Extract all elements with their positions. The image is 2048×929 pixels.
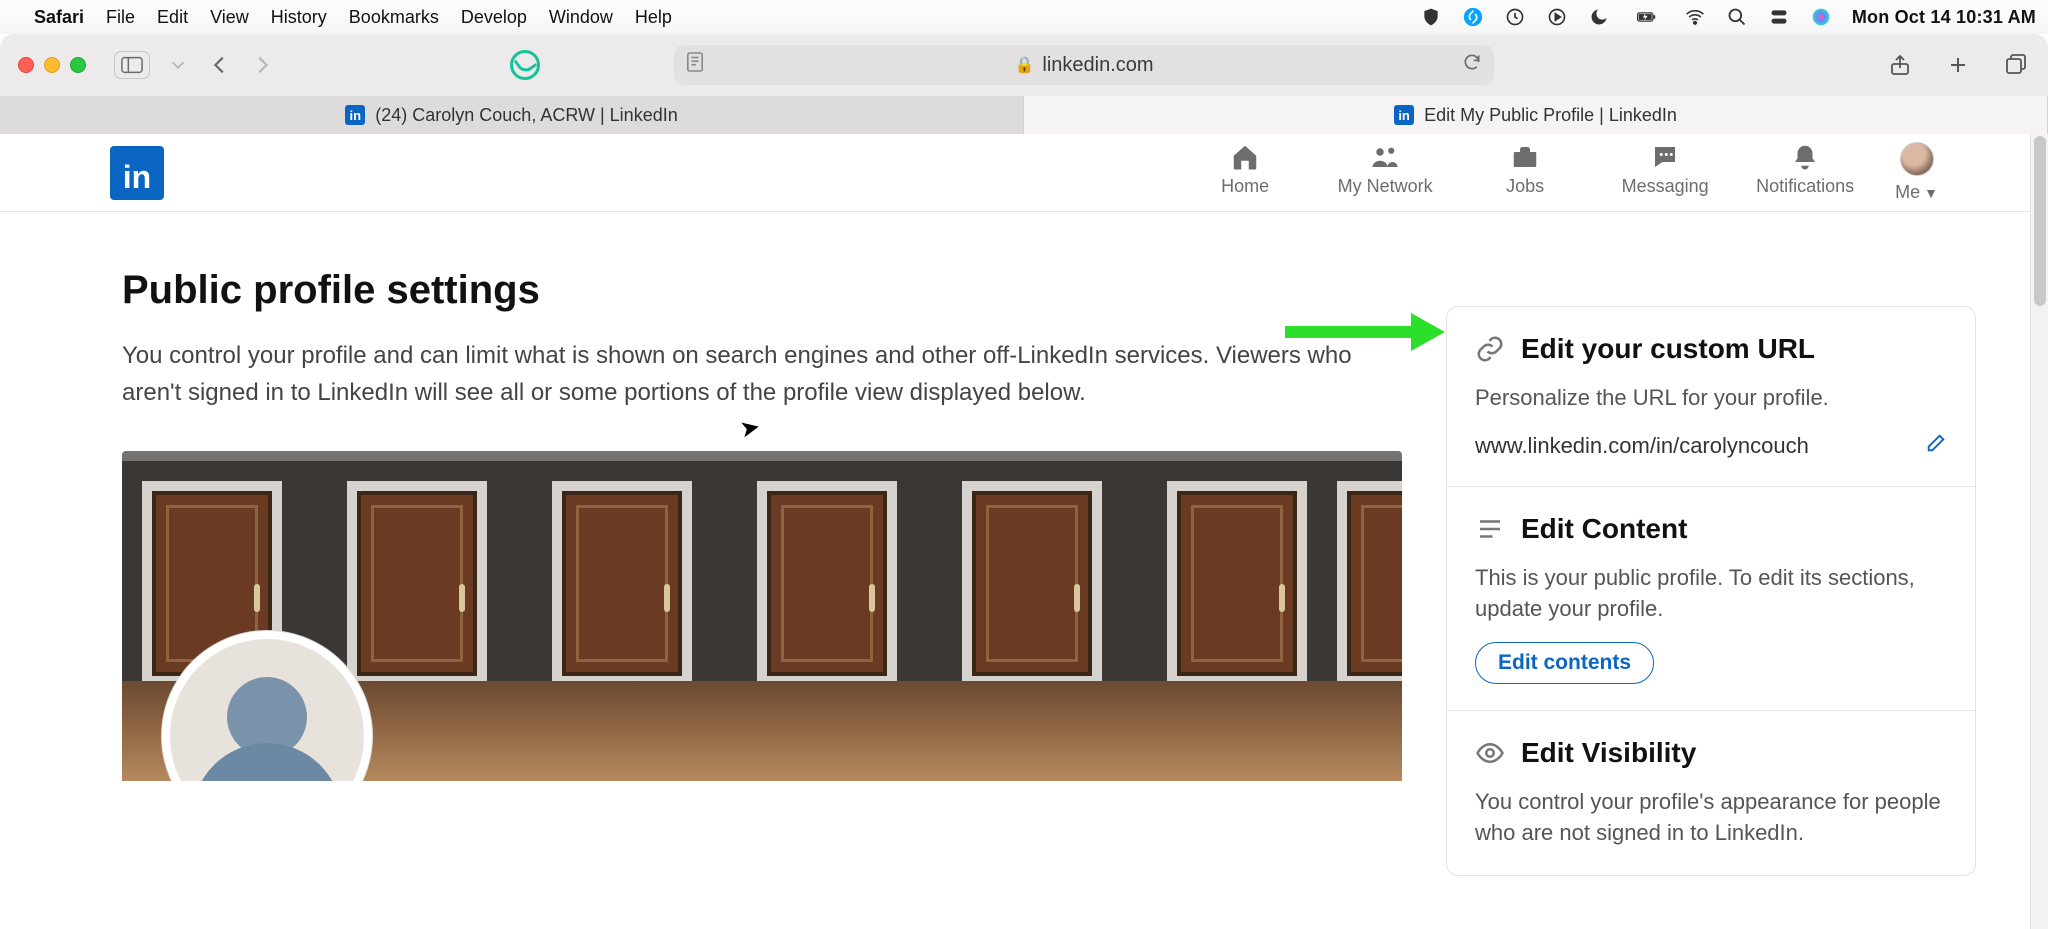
edit-visibility-card: Edit Visibility You control your profile… xyxy=(1447,710,1975,875)
nav-jobs[interactable]: Jobs xyxy=(1475,142,1575,197)
linkedin-favicon-icon: in xyxy=(345,105,365,125)
share-button[interactable] xyxy=(1886,51,1914,79)
shazam-menu-icon[interactable] xyxy=(1462,6,1484,28)
menubar-clock[interactable]: Mon Oct 14 10:31 AM xyxy=(1852,7,2036,28)
tab-title: (24) Carolyn Couch, ACRW | LinkedIn xyxy=(375,105,677,126)
browser-tab-1[interactable]: in Edit My Public Profile | LinkedIn xyxy=(1024,96,2048,134)
link-icon xyxy=(1475,334,1505,364)
scrollbar-thumb[interactable] xyxy=(2034,136,2046,306)
settings-rail: Edit your custom URL Personalize the URL… xyxy=(1446,306,1976,876)
nav-notifications[interactable]: Notifications xyxy=(1755,142,1855,197)
list-icon xyxy=(1475,514,1505,544)
edit-url-title: Edit your custom URL xyxy=(1521,333,1815,365)
tab-strip: in (24) Carolyn Couch, ACRW | LinkedIn i… xyxy=(0,96,2048,134)
window-traffic-lights xyxy=(18,57,86,73)
eye-icon xyxy=(1475,738,1505,768)
chevron-down-icon: ▼ xyxy=(1924,185,1938,201)
reader-mode-icon[interactable] xyxy=(686,51,704,79)
edit-url-pencil-button[interactable] xyxy=(1925,432,1947,460)
nav-messaging[interactable]: Messaging xyxy=(1615,142,1715,197)
nav-me-label: Me xyxy=(1895,182,1920,203)
shield-menu-icon[interactable] xyxy=(1420,6,1442,28)
browser-tab-0[interactable]: in (24) Carolyn Couch, ACRW | LinkedIn xyxy=(0,96,1024,134)
edit-content-card: Edit Content This is your public profile… xyxy=(1447,486,1975,711)
wifi-menu-icon[interactable] xyxy=(1684,6,1706,28)
nav-home-label: Home xyxy=(1221,176,1269,197)
window-zoom-button[interactable] xyxy=(70,57,86,73)
nav-me[interactable]: Me ▼ xyxy=(1895,142,1938,203)
tab-overview-button[interactable] xyxy=(2002,51,2030,79)
edit-visibility-title: Edit Visibility xyxy=(1521,737,1696,769)
play-menu-icon[interactable] xyxy=(1546,6,1568,28)
control-center-menu-icon[interactable] xyxy=(1768,6,1790,28)
page-description: You control your profile and can limit w… xyxy=(122,337,1352,411)
back-button[interactable] xyxy=(206,51,234,79)
siri-menu-icon[interactable] xyxy=(1810,6,1832,28)
reload-button[interactable] xyxy=(1462,52,1482,78)
webpage-viewport: in Home My Network Jobs Messaging Notifi… xyxy=(0,134,2048,929)
page-title: Public profile settings xyxy=(122,268,1402,313)
nav-network[interactable]: My Network xyxy=(1335,142,1435,197)
linkedin-favicon-icon: in xyxy=(1394,105,1414,125)
battery-menu-icon[interactable] xyxy=(1630,6,1664,28)
nav-messaging-label: Messaging xyxy=(1622,176,1709,197)
edit-url-card: Edit your custom URL Personalize the URL… xyxy=(1447,307,1975,486)
menu-edit[interactable]: Edit xyxy=(157,7,188,28)
tab-title: Edit My Public Profile | LinkedIn xyxy=(1424,105,1677,126)
spotlight-menu-icon[interactable] xyxy=(1726,6,1748,28)
safari-window-chrome: 🔒 linkedin.com in (24) Carolyn Couch, AC… xyxy=(0,34,2048,134)
menu-window[interactable]: Window xyxy=(549,7,613,28)
menu-file[interactable]: File xyxy=(106,7,135,28)
window-minimize-button[interactable] xyxy=(44,57,60,73)
nav-notifications-label: Notifications xyxy=(1756,176,1854,197)
profile-cover-image xyxy=(122,451,1402,781)
edit-url-desc: Personalize the URL for your profile. xyxy=(1475,383,1947,414)
tabgroup-picker-icon[interactable] xyxy=(164,51,192,79)
custom-url-value: www.linkedin.com/in/carolyncouch xyxy=(1475,433,1809,459)
menu-view[interactable]: View xyxy=(210,7,249,28)
page-content: Public profile settings You control your… xyxy=(0,212,2030,929)
annotation-arrow xyxy=(1285,316,1445,346)
menu-bookmarks[interactable]: Bookmarks xyxy=(349,7,439,28)
do-not-disturb-icon[interactable] xyxy=(1588,6,1610,28)
edit-contents-button[interactable]: Edit contents xyxy=(1475,642,1654,684)
menu-help[interactable]: Help xyxy=(635,7,672,28)
edit-content-title: Edit Content xyxy=(1521,513,1687,545)
edit-visibility-desc: You control your profile's appearance fo… xyxy=(1475,787,1947,849)
safari-toolbar: 🔒 linkedin.com xyxy=(0,34,2048,96)
linkedin-logo[interactable]: in xyxy=(110,146,164,200)
page-scrollbar[interactable] xyxy=(2030,134,2048,929)
address-bar[interactable]: 🔒 linkedin.com xyxy=(674,45,1494,85)
menu-develop[interactable]: Develop xyxy=(461,7,527,28)
grammarly-extension-icon[interactable] xyxy=(510,50,540,80)
menubar-app-name[interactable]: Safari xyxy=(34,7,84,28)
window-close-button[interactable] xyxy=(18,57,34,73)
sidebar-toggle-button[interactable] xyxy=(114,51,150,79)
nav-home[interactable]: Home xyxy=(1195,142,1295,197)
lock-icon: 🔒 xyxy=(1014,55,1034,75)
address-bar-text: linkedin.com xyxy=(1042,54,1153,77)
nav-network-label: My Network xyxy=(1338,176,1433,197)
menu-history[interactable]: History xyxy=(271,7,327,28)
edit-content-desc: This is your public profile. To edit its… xyxy=(1475,563,1947,625)
macos-menubar: Safari File Edit View History Bookmarks … xyxy=(0,0,2048,34)
new-tab-button[interactable] xyxy=(1944,51,1972,79)
nav-jobs-label: Jobs xyxy=(1506,176,1544,197)
forward-button[interactable] xyxy=(248,51,276,79)
avatar-icon xyxy=(1900,142,1934,176)
linkedin-header: in Home My Network Jobs Messaging Notifi… xyxy=(0,134,2048,212)
timemachine-menu-icon[interactable] xyxy=(1504,6,1526,28)
